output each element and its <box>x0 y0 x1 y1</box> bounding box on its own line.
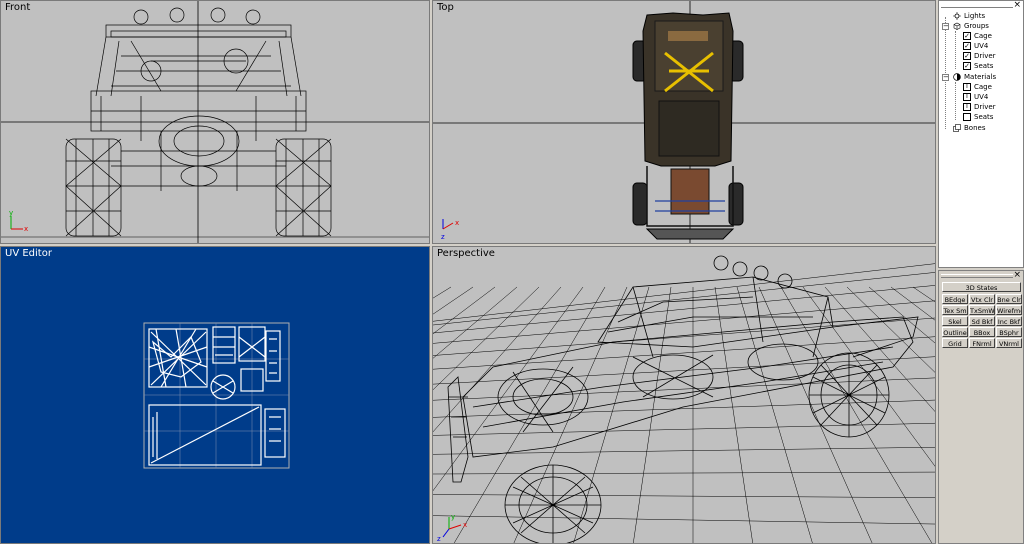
grid-line <box>433 494 935 498</box>
top-textured-model: x z <box>433 1 935 243</box>
grid-line <box>433 286 518 359</box>
grid-line <box>846 286 935 373</box>
tree-item-materials[interactable]: Materials <box>953 72 996 82</box>
uv-editor-viewport[interactable]: UV Editor <box>0 246 430 544</box>
groups-cube-icon <box>953 22 961 30</box>
grid-line <box>433 286 584 492</box>
grid-line <box>824 286 935 412</box>
tree-item-bones[interactable]: Bones <box>953 123 985 133</box>
empty-material-icon <box>963 113 971 121</box>
bones-icon <box>953 124 961 132</box>
grid-line <box>433 286 452 299</box>
state-button-bbox[interactable]: BBox <box>969 327 995 337</box>
top-axis-x: x <box>455 219 459 227</box>
uv-layout <box>143 322 290 469</box>
grid-line <box>433 336 935 370</box>
state-button-wirefme[interactable]: Wirefme <box>996 305 1022 315</box>
grid-line <box>433 300 935 344</box>
materials-collapse-icon[interactable]: − <box>942 74 949 81</box>
tree-item-groups[interactable]: Groups <box>953 21 989 31</box>
tree-item-material-seats[interactable]: Seats <box>963 112 993 122</box>
perspective-label: Perspective <box>437 248 495 259</box>
front-axis-x: x <box>24 225 28 233</box>
texture-icon: T <box>963 93 971 101</box>
tree-item-material-uv4[interactable]: T UV4 <box>963 92 988 102</box>
groups-collapse-icon[interactable]: − <box>942 23 949 30</box>
texture-icon: T <box>963 83 971 91</box>
state-button-skel[interactable]: Skel <box>942 316 968 326</box>
tree-panel-close-icon[interactable]: × <box>1013 1 1021 10</box>
grid-line <box>780 286 933 543</box>
state-button-grid[interactable]: Grid <box>942 338 968 348</box>
light-icon <box>953 12 961 20</box>
tree-panel-grip[interactable] <box>941 4 1013 8</box>
uv-editor-label: UV Editor <box>5 248 52 259</box>
grid-line <box>934 287 935 288</box>
front-viewport[interactable]: Front y x <box>0 0 430 244</box>
grid-line <box>433 286 474 315</box>
grid-line <box>433 272 935 326</box>
grid-line <box>433 285 935 334</box>
materials-sphere-icon <box>953 73 961 81</box>
grid-line <box>736 286 813 543</box>
persp-axis-x: x <box>463 521 467 529</box>
tree-item-group-seats[interactable]: ✓ Seats <box>963 61 993 71</box>
state-button-vtx-clr[interactable]: Vtx Clr <box>969 294 995 304</box>
top-viewport[interactable]: Top x z <box>432 0 936 244</box>
grid-line <box>714 286 753 543</box>
tree-guide-line <box>955 82 956 120</box>
tree-item-group-uv4[interactable]: ✓ UV4 <box>963 41 988 51</box>
grid-line <box>433 356 935 385</box>
state-button-outline[interactable]: Outline <box>942 327 968 337</box>
state-button-vnrml[interactable]: VNrml <box>996 338 1022 348</box>
grid-line <box>433 471 935 475</box>
checkbox-checked-icon[interactable]: ✓ <box>963 62 971 70</box>
3d-states-panel: × 3D States BEdge Vtx Clr Bne Clr Tex Sm TxS… <box>938 270 1024 544</box>
grid-line <box>912 286 935 303</box>
grid-line <box>758 286 873 543</box>
checkbox-checked-icon[interactable]: ✓ <box>963 52 971 60</box>
top-axis-z: z <box>441 233 445 241</box>
tree-item-lights[interactable]: Lights <box>953 11 985 21</box>
grid-line <box>453 286 606 543</box>
tree-item-material-cage[interactable]: T Cage <box>963 82 992 92</box>
grid-line <box>633 286 672 543</box>
tree-item-group-cage[interactable]: ✓ Cage <box>963 31 992 41</box>
texture-icon: T <box>963 103 971 111</box>
state-button-inc-bkf[interactable]: Inc Bkf <box>996 316 1022 326</box>
states-panel-grip[interactable] <box>941 274 1013 278</box>
tree-item-material-driver[interactable]: T Driver <box>963 102 996 112</box>
persp-axis-y: y <box>451 513 455 521</box>
3d-states-button[interactable]: 3D States <box>942 282 1021 292</box>
persp-axis-z: z <box>437 535 441 543</box>
state-button-txsmwr[interactable]: TxSmWr <box>969 305 995 315</box>
states-panel-close-icon[interactable]: × <box>1013 270 1021 280</box>
checkbox-checked-icon[interactable]: ✓ <box>963 32 971 40</box>
grid-line <box>513 286 628 543</box>
state-button-bsphr[interactable]: BSphr <box>996 327 1022 337</box>
grid-line <box>433 422 935 436</box>
state-button-fnrml[interactable]: FNrml <box>969 338 995 348</box>
front-viewport-label: Front <box>5 2 31 13</box>
grid-line <box>868 286 935 344</box>
front-axis-y: y <box>9 209 13 217</box>
checkbox-checked-icon[interactable]: ✓ <box>963 42 971 50</box>
tree-item-group-driver[interactable]: ✓ Driver <box>963 51 996 61</box>
perspective-viewport[interactable]: Perspective y x z <box>432 246 936 544</box>
perspective-wireframe: y x z <box>433 255 935 543</box>
state-button-bne-clr[interactable]: Bne Clr <box>996 294 1022 304</box>
tree-guide-line <box>955 31 956 69</box>
top-viewport-label: Top <box>437 2 454 13</box>
state-button-bedge[interactable]: BEdge <box>942 294 968 304</box>
front-wireframe: y x <box>1 1 429 243</box>
scene-tree-panel: × Lights − Groups ✓ Cage ✓ UV4 ✓ Driver ✓ Se… <box>938 0 1024 268</box>
state-button-tex-sm[interactable]: Tex Sm <box>942 305 968 315</box>
grid-line <box>573 286 650 543</box>
state-button-sd-bkf[interactable]: Sd Bkf <box>969 316 995 326</box>
